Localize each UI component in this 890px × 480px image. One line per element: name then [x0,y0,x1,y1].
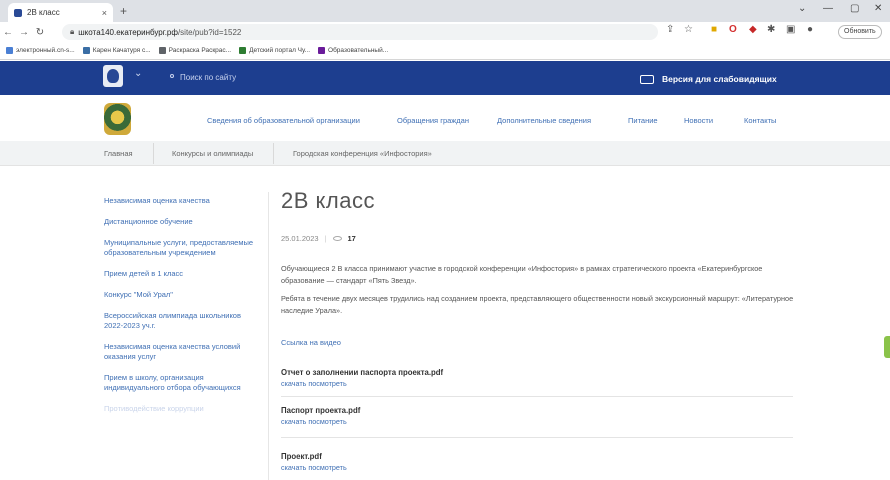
opera-icon[interactable]: O [729,24,737,35]
document-divider [281,437,793,438]
breadcrumb [0,141,890,166]
tab-title: 2В класс [27,8,60,17]
document-title[interactable]: Проект.pdf [281,452,793,461]
bookmark-label: Детский портал Чу... [249,47,311,54]
document-actions[interactable]: скачать посмотреть [281,463,793,472]
bookmark-item[interactable]: Раскраска Раскрас... [158,47,232,54]
bookmark-icon [158,47,166,54]
menu-item-additional[interactable]: Дополнительные сведения [497,116,591,125]
chevron-down-icon[interactable]: ⌄ [798,3,806,14]
favicon-icon [14,8,22,17]
glasses-icon [640,74,654,84]
address-bar[interactable]: 🔒︎ шкотa140.екатеринбург.рф /site/pub?id… [62,24,658,40]
breadcrumb-divider [273,143,274,164]
document-title[interactable]: Отчет о заполнении паспорта проекта.pdf [281,368,793,377]
sidebar-item[interactable]: Противодействие коррупции [104,404,254,414]
coat-of-arms-icon [103,65,123,87]
sidebar-item[interactable]: Дистанционное обучение [104,217,254,227]
update-button[interactable]: Обновить [838,25,882,39]
menu-item-appeals[interactable]: Обращения граждан [397,116,469,125]
bookmark-label: Образовательный... [328,47,389,54]
menu-item-contacts[interactable]: Контакты [744,116,776,125]
bookmark-icon [6,47,13,54]
bookmark-item[interactable]: Карен Качатуря с... [82,47,151,54]
bookmark-icon [318,47,326,54]
breadcrumb-home[interactable]: Главная [104,149,133,158]
new-tab-button[interactable]: + [120,4,127,18]
document-item: Паспорт проекта.pdf скачать посмотреть [281,406,793,426]
sidebar-icon[interactable]: ▣ [786,24,795,35]
url-domain: шкотa140.екатеринбург.рф [78,27,178,37]
bookmark-icon [82,47,90,54]
article-meta: 25.01.2023 | 17 [281,234,356,243]
menu-item-about[interactable]: Сведения об образовательной организации [207,116,360,125]
article-paragraph: Обучающиеся 2 В класса принимают участие… [281,264,763,285]
extension-icon[interactable]: ■ [711,24,717,35]
eye-icon [332,236,342,241]
share-icon[interactable]: ⇪ [666,24,674,35]
bookmark-label: Карен Качатуря с... [92,47,151,54]
maximize-icon[interactable]: ▢ [850,3,859,14]
back-icon[interactable]: ← [0,27,16,38]
lock-icon: 🔒︎ [70,27,75,36]
visually-impaired-button[interactable]: Версия для слабовидящих [640,74,777,84]
sidebar-item[interactable]: Независимая оценка качества условий оказ… [104,342,254,362]
sidebar-menu: Независимая оценка качества Дистанционно… [104,196,254,425]
bookmark-label: Раскраска Раскрас... [168,47,232,54]
breadcrumb-contests[interactable]: Конкурсы и олимпиады [172,149,253,158]
bookmark-item[interactable]: Образовательный... [318,47,388,54]
document-title[interactable]: Паспорт проекта.pdf [281,406,793,415]
document-actions[interactable]: скачать посмотреть [281,379,793,388]
video-link[interactable]: Ссылка на видео [281,338,341,347]
site-search-link[interactable]: Поиск по сайту [180,73,236,82]
extension-red-icon[interactable]: ◆ [749,24,757,35]
sidebar-item[interactable]: Конкурс "Мой Урал" [104,290,254,300]
side-widget-button[interactable] [884,336,890,358]
bookmark-item[interactable]: электронный.сn-s... [6,47,75,54]
close-tab-icon[interactable]: × [102,8,107,18]
window-close-icon[interactable]: ✕ [874,3,882,14]
meta-divider: | [324,234,327,243]
menu-item-food[interactable]: Питание [628,116,658,125]
document-divider [281,396,793,397]
sidebar-item[interactable]: Прием в школу, организация индивидуально… [104,373,254,393]
search-icon[interactable] [170,74,174,78]
star-icon[interactable]: ☆ [684,24,693,35]
reload-icon[interactable]: ↻ [32,27,48,38]
views-count: 17 [347,234,356,243]
page-title: 2В класс [281,188,375,213]
school-logo[interactable] [104,103,131,135]
extensions-puzzle-icon[interactable]: ✱ [767,24,775,35]
breadcrumb-divider [153,143,154,164]
document-actions[interactable]: скачать посмотреть [281,417,793,426]
breadcrumb-current: Городская конференция «Инфостория» [293,149,432,158]
bookmarks-bar: электронный.сn-s... Карен Качатуря с... Ра… [0,42,890,60]
document-item: Проект.pdf скачать посмотреть [281,452,793,472]
sidebar-item[interactable]: Муниципальные услуги, предоставляемые об… [104,238,254,258]
chevron-down-icon[interactable]: ⌄ [134,68,142,79]
minimize-icon[interactable]: — [823,3,833,14]
document-item: Отчет о заполнении паспорта проекта.pdf … [281,368,793,388]
browser-tab[interactable]: 2В класс × [8,3,113,22]
bookmark-icon [239,47,247,54]
article-date: 25.01.2023 [281,234,319,243]
content-divider [268,192,269,480]
sidebar-item[interactable]: Всероссийская олимпиада школьников 2022-… [104,311,254,331]
bookmark-label: электронный.сn-s... [16,47,75,54]
sidebar-item[interactable]: Прием детей в 1 класс [104,269,254,279]
article-paragraph: Ребята в течение двух месяцев трудились … [281,294,794,315]
visually-impaired-label: Версия для слабовидящих [662,74,777,84]
url-path: /site/pub?id=1522 [177,27,242,37]
sidebar-item[interactable]: Независимая оценка качества [104,196,254,206]
menu-item-news[interactable]: Новости [684,116,713,125]
bookmark-item[interactable]: Детский портал Чу... [239,47,310,54]
profile-icon[interactable]: ● [807,24,813,35]
forward-icon[interactable]: → [16,27,32,38]
browser-tab-bar [0,0,890,22]
